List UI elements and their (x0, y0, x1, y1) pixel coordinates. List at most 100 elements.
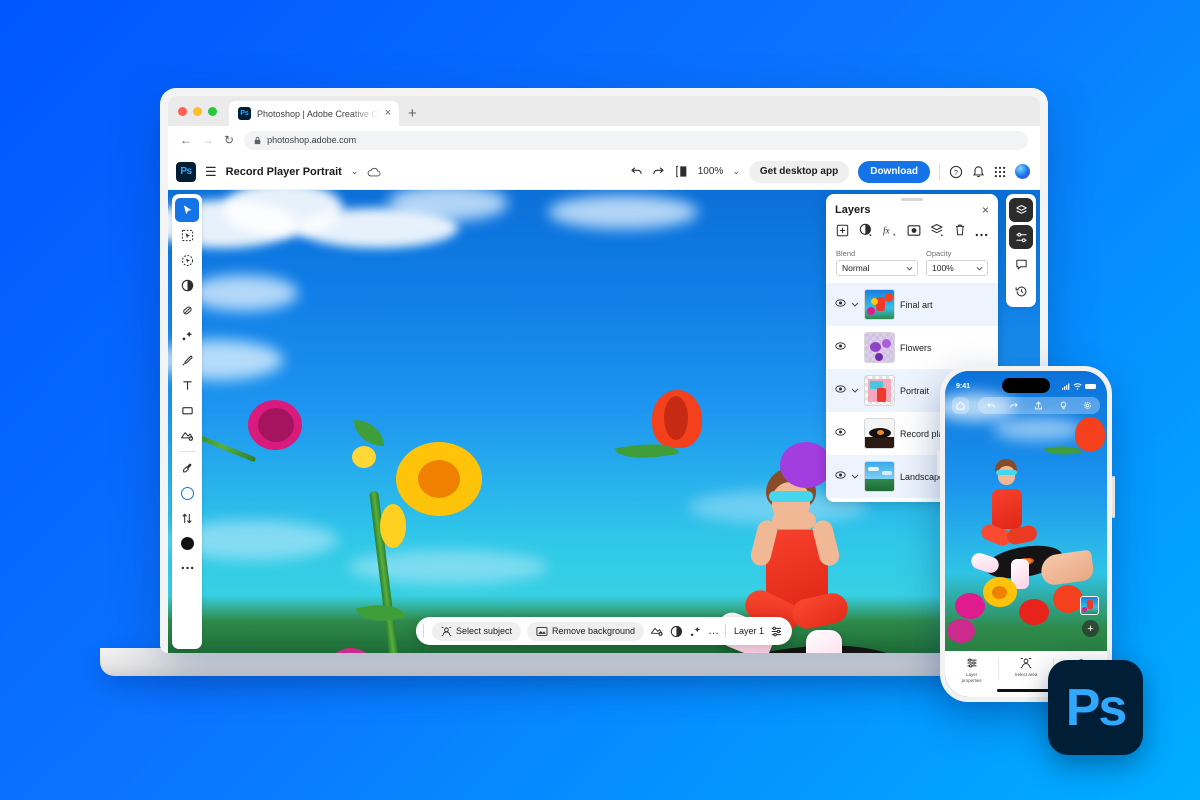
lightbulb-icon[interactable] (1059, 401, 1068, 410)
more-options-icon[interactable]: … (708, 625, 719, 637)
get-desktop-app-button[interactable]: Get desktop app (748, 160, 850, 183)
object-select-tool[interactable] (175, 248, 199, 272)
visibility-toggle-icon[interactable] (835, 385, 846, 396)
apps-grid-icon[interactable] (994, 166, 1006, 178)
visibility-toggle-icon[interactable] (835, 299, 846, 310)
close-icon[interactable]: × (982, 203, 989, 217)
layer-thumbnail (864, 375, 895, 406)
phone-power-button[interactable] (1112, 476, 1115, 518)
battery-icon (1085, 383, 1096, 389)
download-button[interactable]: Download (858, 160, 930, 183)
right-panel-rail[interactable] (1006, 194, 1036, 307)
delete-icon[interactable] (954, 223, 966, 242)
settings-icon[interactable] (1083, 401, 1092, 410)
avatar[interactable] (1015, 164, 1030, 179)
settings-sliders-icon[interactable] (770, 625, 783, 638)
blend-mode-select[interactable]: Normal (836, 260, 918, 276)
window-controls[interactable] (178, 96, 229, 126)
contextual-task-bar[interactable]: Select subject Remove background … Layer… (415, 617, 793, 645)
magic-wand-icon[interactable] (689, 625, 702, 638)
background-color-swatch[interactable] (175, 531, 199, 555)
visibility-toggle-icon[interactable] (835, 471, 846, 482)
svg-text:fx: fx (883, 225, 891, 236)
fx-icon[interactable]: fx (882, 223, 897, 242)
layer-thumbnail (864, 332, 895, 363)
forward-icon[interactable]: → (202, 133, 214, 147)
visibility-toggle-icon[interactable] (835, 428, 846, 439)
redo-icon[interactable] (1010, 402, 1019, 410)
share-icon[interactable] (1034, 401, 1043, 410)
active-layer-label[interactable]: Layer 1 (734, 626, 764, 636)
back-icon[interactable]: ← (180, 133, 192, 147)
swap-colors-tool[interactable] (175, 506, 199, 530)
undo-icon[interactable] (629, 166, 643, 178)
close-tab-icon[interactable]: × (385, 108, 391, 119)
spot-heal-tool[interactable] (175, 323, 199, 347)
history-panel-toggle[interactable] (1009, 279, 1033, 303)
visibility-toggle-icon[interactable] (835, 342, 846, 353)
generative-fill-icon[interactable] (650, 625, 664, 637)
properties-panel-toggle[interactable] (1009, 225, 1033, 249)
zoom-chevron-down-icon[interactable]: ⌄ (732, 166, 740, 177)
drag-handle[interactable] (422, 624, 424, 638)
main-menu-icon[interactable]: ☰ (205, 164, 217, 180)
chevron-down-icon[interactable]: ⌄ (351, 166, 359, 177)
group-icon[interactable] (930, 223, 944, 242)
phone-mini-preview-thumbnail[interactable] (1080, 596, 1099, 615)
context-bar-divider (725, 624, 727, 638)
retouch-tool[interactable] (175, 298, 199, 322)
undo-icon[interactable] (986, 402, 995, 410)
bell-icon[interactable] (972, 165, 985, 179)
phone-home-button[interactable] (952, 397, 969, 414)
phone-edit-toolbar[interactable] (978, 397, 1100, 414)
expand-chevron-icon[interactable] (851, 472, 859, 481)
layers-panel-toggle[interactable] (1009, 198, 1033, 222)
generative-fill-tool[interactable] (175, 423, 199, 447)
browser-tab[interactable]: Ps Photoshop | Adobe Creative C × (229, 101, 399, 126)
address-bar[interactable]: photoshop.adobe.com (244, 130, 1028, 150)
select-subject-button[interactable]: Select subject (431, 621, 521, 641)
adjustment-tool[interactable] (175, 273, 199, 297)
shape-tool[interactable] (175, 398, 199, 422)
add-layer-icon[interactable] (836, 224, 849, 242)
photoshop-logo-icon[interactable]: Ps (176, 161, 196, 182)
layer-row-final-art[interactable]: Final art (826, 283, 998, 326)
help-icon[interactable]: ? (949, 165, 963, 179)
brush-tool[interactable] (175, 348, 199, 372)
more-tools[interactable] (175, 556, 199, 580)
foreground-color-ring[interactable] (175, 481, 199, 505)
opacity-select[interactable]: 100% (926, 260, 988, 276)
maximize-window-button[interactable] (208, 106, 217, 116)
left-toolbar[interactable] (172, 194, 202, 649)
phone-volume-buttons[interactable] (937, 450, 940, 476)
layer-properties-tab[interactable]: Layer properties (945, 657, 998, 683)
header-divider (939, 163, 940, 180)
reload-icon[interactable]: ↻ (224, 133, 234, 147)
phone-screen[interactable]: 9:41 + Layer properties Select area (945, 371, 1107, 697)
chevron-down-icon (976, 266, 983, 270)
remove-background-button[interactable]: Remove background (526, 621, 645, 641)
mask-icon[interactable] (907, 224, 921, 242)
phone-add-button[interactable]: + (1082, 620, 1099, 637)
close-window-button[interactable] (178, 106, 187, 116)
expand-chevron-icon[interactable] (851, 300, 859, 309)
opacity-label: Opacity (926, 249, 952, 258)
document-title[interactable]: Record Player Portrait (226, 166, 342, 178)
rectangle-select-tool[interactable] (175, 223, 199, 247)
expand-chevron-icon[interactable] (851, 386, 859, 395)
adjustment-icon[interactable] (670, 625, 683, 638)
compare-icon[interactable] (675, 165, 689, 178)
move-tool[interactable] (175, 198, 199, 222)
type-tool[interactable] (175, 373, 199, 397)
select-area-tab[interactable]: Select area (999, 657, 1052, 678)
redo-icon[interactable] (652, 166, 666, 178)
comments-panel-toggle[interactable] (1009, 252, 1033, 276)
adjustment-layer-icon[interactable] (859, 223, 873, 242)
minimize-window-button[interactable] (193, 106, 202, 116)
layers-panel-toolbar[interactable]: fx (826, 223, 998, 249)
layer-row-flowers[interactable]: Flowers (826, 326, 998, 369)
more-icon[interactable] (975, 224, 988, 242)
eyedropper-tool[interactable] (175, 456, 199, 480)
phone-mockup: 9:41 + Layer properties Select area (937, 366, 1115, 702)
new-tab-button[interactable]: + (399, 101, 426, 126)
